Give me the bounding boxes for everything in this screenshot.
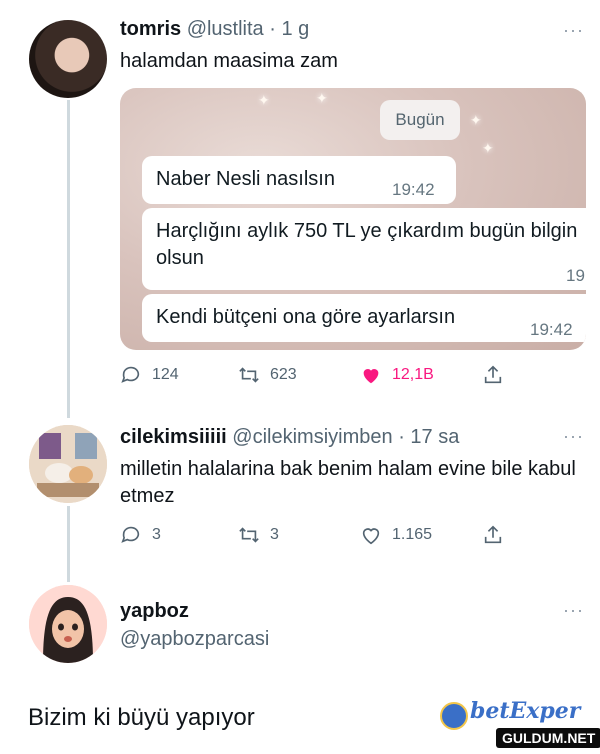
message-time: 19: [566, 266, 585, 285]
user-handle[interactable]: @lustlita: [187, 18, 264, 40]
display-name[interactable]: tomris: [120, 18, 181, 40]
heart-filled-icon: [363, 369, 379, 384]
chat-message: Kendi bütçeni ona göre ayarlarsın 19:42: [142, 294, 586, 342]
tweet-text: halamdan maasima zam: [120, 50, 338, 72]
tweet-text: milletin halalarina bak benim halam evin…: [120, 458, 576, 507]
user-handle[interactable]: @cilekimsiyimben: [232, 426, 392, 448]
logo-badge-icon: [440, 702, 468, 730]
sparkle-icon: ✦: [316, 90, 328, 106]
share-icon: [484, 365, 502, 384]
chat-message: Harçlığını aylık 750 TL ye çıkardım bugü…: [142, 208, 586, 290]
reply-count: 3: [152, 526, 161, 543]
timestamp[interactable]: · 1 g: [269, 18, 309, 40]
share-button[interactable]: [482, 364, 504, 386]
retweet-button[interactable]: 623: [238, 364, 297, 386]
like-button[interactable]: 1.165: [360, 524, 432, 546]
avatar[interactable]: [29, 425, 107, 503]
message-text: Harçlığını aylık 750 TL ye çıkardım bugü…: [156, 220, 578, 269]
sparkle-icon: ✦: [258, 92, 270, 108]
timestamp[interactable]: · 17 sa: [398, 426, 459, 448]
retweet-icon: [239, 527, 259, 543]
tweet-actions: 3 3 1.165: [120, 524, 520, 548]
reply-icon: [121, 366, 140, 383]
reply-button[interactable]: 3: [120, 524, 161, 546]
like-count: 12,1B: [392, 366, 434, 383]
reply-button[interactable]: 124: [120, 364, 179, 386]
message-time: 19:42: [530, 320, 573, 339]
watermark-logo: betExper GULDUM.NET: [440, 698, 600, 750]
avatar[interactable]: [29, 20, 107, 98]
share-icon: [484, 525, 502, 544]
message-text: Kendi bütçeni ona göre ayarlarsın: [156, 306, 456, 328]
message-text: Naber Nesli nasılsın: [156, 168, 335, 190]
tweet-actions: 124 623 12,1B: [120, 364, 520, 388]
display-name[interactable]: cilekimsiiiii: [120, 426, 227, 448]
tweet-header: cilekimsiiiii @cilekimsiyimben · 17 sa: [120, 426, 459, 449]
thread-connector: [67, 100, 70, 418]
avatar-image: [29, 425, 107, 503]
date-chip: Bugün: [380, 100, 460, 140]
watermark-site: GULDUM.NET: [496, 728, 600, 748]
thread-connector: [67, 506, 70, 582]
share-button[interactable]: [482, 524, 504, 546]
more-options-icon[interactable]: ···: [563, 20, 584, 41]
tweet-header: @yapbozparcasi: [120, 628, 269, 651]
avatar[interactable]: [29, 585, 107, 663]
user-handle[interactable]: @yapbozparcasi: [120, 628, 269, 650]
more-options-icon[interactable]: ···: [563, 426, 584, 447]
reply-icon: [121, 526, 140, 543]
like-count: 1.165: [392, 526, 433, 543]
retweet-count: 623: [270, 366, 297, 383]
tweet-image-chat-screenshot[interactable]: ✦ ✦ ✦ ✦ Bugün Naber Nesli nasılsın 19:42…: [120, 88, 586, 350]
tweet-header: tomris @lustlita · 1 g: [120, 18, 309, 41]
sparkle-icon: ✦: [482, 140, 494, 156]
retweet-count: 3: [270, 526, 279, 543]
like-button[interactable]: 12,1B: [360, 364, 434, 386]
watermark-brand: betExper: [470, 698, 581, 724]
tweet-header: yapboz: [120, 600, 189, 623]
retweet-icon: [239, 367, 259, 383]
retweet-button[interactable]: 3: [238, 524, 279, 546]
chat-message: Naber Nesli nasılsın 19:42: [142, 156, 456, 204]
display-name[interactable]: yapboz: [120, 600, 189, 622]
reply-count: 124: [152, 366, 179, 383]
sparkle-icon: ✦: [470, 112, 482, 128]
message-time: 19:42: [392, 180, 435, 199]
heart-outline-icon: [362, 528, 380, 545]
caption-text: Bizim ki büyü yapıyor: [28, 704, 255, 731]
more-options-icon[interactable]: ···: [563, 600, 584, 621]
avatar-image: [29, 585, 107, 663]
